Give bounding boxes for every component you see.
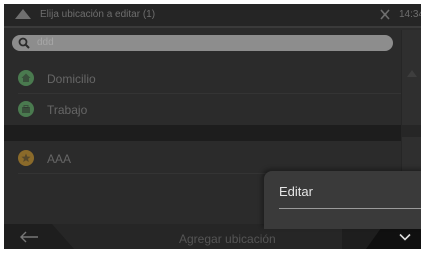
chevron-down-icon[interactable] xyxy=(399,232,411,242)
list-item-label: Trabajo xyxy=(47,103,88,117)
search-field[interactable] xyxy=(12,35,393,51)
scroll-thumb[interactable] xyxy=(402,125,421,137)
context-menu: Editar xyxy=(264,171,421,229)
add-location-label: Agregar ubicación xyxy=(179,232,276,246)
clock: 14:34 xyxy=(399,9,421,20)
star-icon xyxy=(18,150,34,166)
app-screen: Elija ubicación a editar (1) 14:34 Domic… xyxy=(4,4,421,249)
list-item-domicilio[interactable]: Domicilio xyxy=(4,63,401,94)
gps-signal-icon xyxy=(380,9,390,20)
menu-separator xyxy=(279,208,421,209)
title-bar: Elija ubicación a editar (1) 14:34 xyxy=(4,4,421,26)
home-icon xyxy=(18,70,34,86)
menu-item-editar[interactable]: Editar xyxy=(279,184,313,199)
back-arrow-icon[interactable] xyxy=(18,230,40,244)
briefcase-icon xyxy=(18,101,34,117)
section-divider xyxy=(4,125,401,141)
page-title: Elija ubicación a editar (1) xyxy=(40,9,156,20)
list-item-label: AAA xyxy=(47,152,72,166)
title-divider xyxy=(4,26,421,28)
search-icon xyxy=(18,37,30,49)
list-item-label: Domicilio xyxy=(47,72,96,86)
list-item-aaa[interactable]: AAA xyxy=(4,143,401,174)
scroll-up-icon[interactable] xyxy=(407,70,417,77)
search-input[interactable] xyxy=(37,37,357,48)
list-item-trabajo[interactable]: Trabajo xyxy=(4,94,401,125)
navigation-arrow-icon xyxy=(15,9,31,19)
